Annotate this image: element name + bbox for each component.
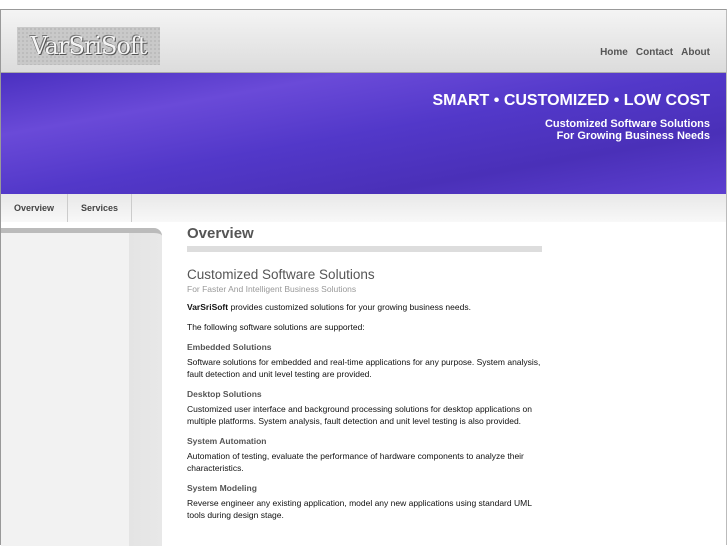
header: VarSriSoft Home Contact About	[1, 10, 726, 73]
tab-bar: Overview Services	[1, 194, 726, 222]
section-subheading: For Faster And Intelligent Business Solu…	[187, 284, 357, 294]
banner-sub2: For Growing Business Needs	[556, 130, 710, 142]
banner-subtitle: Customized Software Solutions For Growin…	[1, 118, 710, 142]
tab-services[interactable]: Services	[68, 194, 133, 222]
logo[interactable]: VarSriSoft	[17, 27, 160, 65]
top-nav: Home Contact About	[600, 47, 710, 58]
solution-text: Reverse engineer any existing applicatio…	[187, 498, 532, 520]
solution-title: System Modeling	[187, 483, 257, 493]
brand-name: VarSriSoft	[187, 302, 229, 312]
solution-text: Software solutions for embedded and real…	[187, 357, 541, 379]
tab-overview[interactable]: Overview	[1, 194, 69, 222]
solution-text: Automation of testing, evaluate the perf…	[187, 451, 524, 473]
tagline: SMART • CUSTOMIZED • LOW COST	[432, 92, 710, 109]
solution-title: Desktop Solutions	[187, 389, 262, 399]
intro-text: provides customized solutions for your g…	[228, 302, 471, 312]
nav-home-link[interactable]: Home	[600, 47, 628, 58]
solution-title: System Automation	[187, 436, 267, 446]
banner-sub1: Customized Software Solutions	[544, 118, 710, 130]
nav-about-link[interactable]: About	[681, 47, 710, 58]
supported-text: The following software solutions are sup…	[187, 322, 365, 332]
intro-paragraph: VarSriSoft provides customized solutions…	[187, 301, 542, 313]
section-heading: Customized Software Solutions	[187, 267, 375, 282]
nav-contact-link[interactable]: Contact	[636, 47, 673, 58]
sidebar	[1, 228, 162, 546]
banner: SMART • CUSTOMIZED • LOW COST Customized…	[1, 73, 726, 194]
solution-title: Embedded Solutions	[187, 342, 272, 352]
page-title: Overview	[187, 226, 542, 252]
page-frame: VarSriSoft Home Contact About SMART • CU…	[0, 9, 727, 546]
solution-text: Customized user interface and background…	[187, 404, 532, 426]
main-content: Overview Customized Software Solutions F…	[187, 226, 542, 529]
